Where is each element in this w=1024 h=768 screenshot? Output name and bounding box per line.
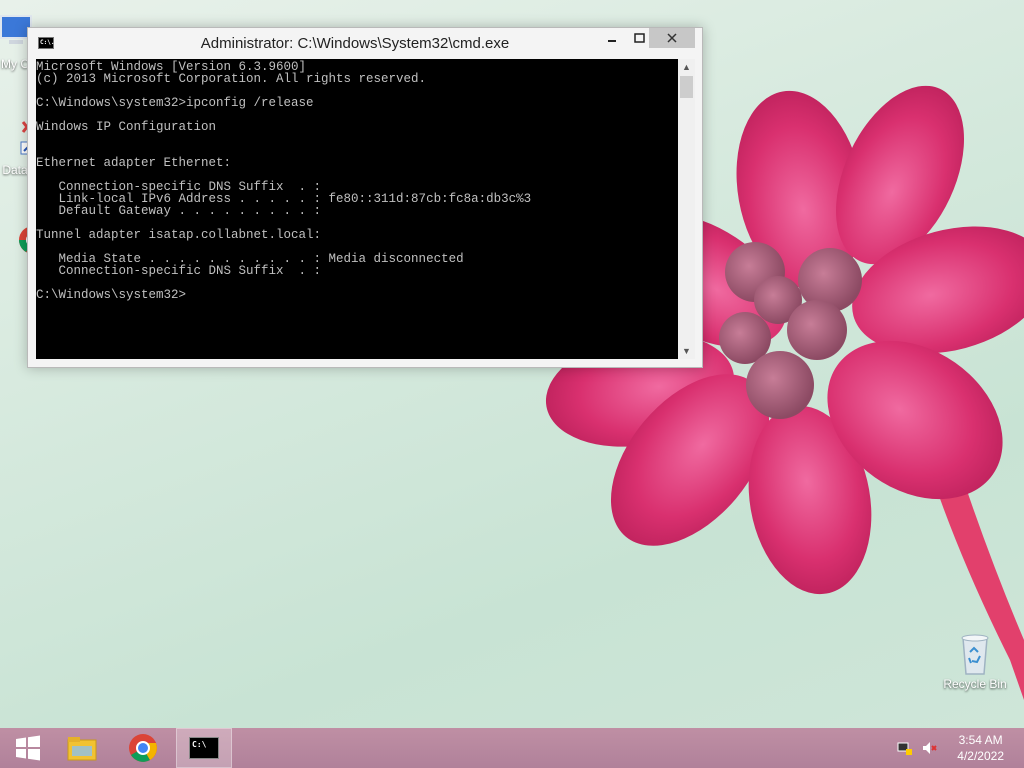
taskbar: C:\ 3:54 AM 4/2/2022 <box>0 728 1024 768</box>
recycle-bin-icon <box>961 634 989 675</box>
network-icon[interactable] <box>897 740 913 756</box>
title-bar[interactable]: C:\. Administrator: C:\Windows\System32\… <box>28 28 702 59</box>
windows-logo-icon <box>16 735 40 761</box>
clock-date: 4/2/2022 <box>957 749 1004 763</box>
cmd-icon: C:\ <box>189 737 219 759</box>
maximize-icon <box>633 33 645 43</box>
vertical-scrollbar[interactable]: ▲ ▼ <box>678 59 695 359</box>
volume-muted-icon[interactable] <box>922 740 938 756</box>
close-icon <box>667 33 677 43</box>
close-button[interactable] <box>649 28 695 48</box>
chrome-icon <box>129 734 157 762</box>
console-output[interactable]: Microsoft Windows [Version 6.3.9600] (c)… <box>36 59 678 359</box>
scroll-down-icon[interactable]: ▼ <box>678 343 695 359</box>
folder-icon <box>67 737 97 761</box>
scroll-up-icon[interactable]: ▲ <box>678 59 695 75</box>
system-clock[interactable]: 3:54 AM 4/2/2022 <box>957 732 1004 764</box>
taskbar-chrome[interactable] <box>115 728 171 768</box>
desktop-icon-recycle-bin[interactable]: Recycle Bin <box>938 630 1012 691</box>
minimize-button[interactable] <box>598 28 626 48</box>
scroll-thumb[interactable] <box>680 76 693 98</box>
console-text: Microsoft Windows [Version 6.3.9600] (c)… <box>36 60 532 302</box>
clock-time: 3:54 AM <box>958 733 1003 747</box>
start-button[interactable] <box>0 728 56 768</box>
cmd-window[interactable]: C:\. Administrator: C:\Windows\System32\… <box>27 27 703 368</box>
taskbar-file-explorer[interactable] <box>54 728 110 768</box>
minimize-icon <box>608 40 616 42</box>
recycle-bin-label: Recycle Bin <box>943 677 1007 691</box>
taskbar-command-prompt[interactable]: C:\ <box>176 728 232 768</box>
